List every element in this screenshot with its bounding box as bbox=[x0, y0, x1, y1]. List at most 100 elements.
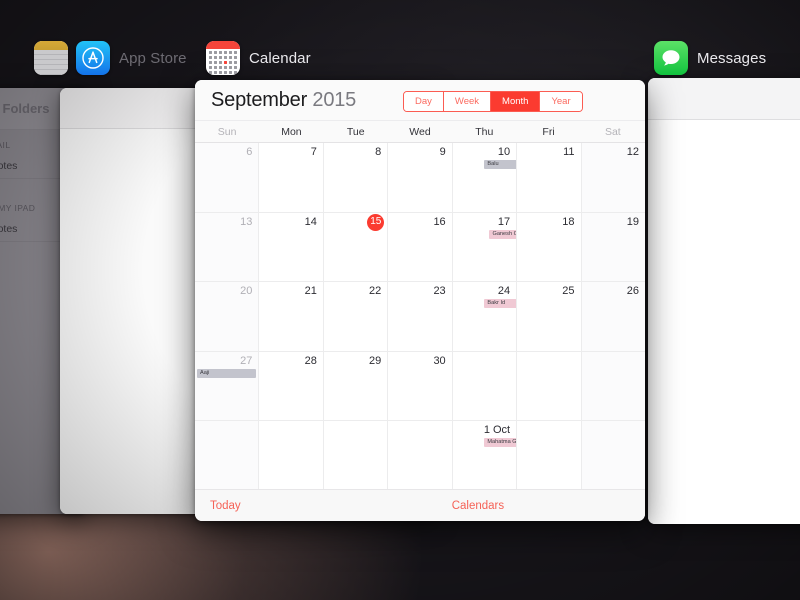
calendar-day-number: 22 bbox=[369, 285, 382, 298]
messages-icon[interactable] bbox=[654, 41, 688, 75]
calendar-day-cell[interactable]: 12 bbox=[581, 143, 645, 212]
dow-thu: Thu bbox=[475, 125, 494, 138]
calendar-day-cell[interactable] bbox=[259, 421, 324, 490]
calendar-day-cell[interactable]: 28 bbox=[259, 351, 324, 421]
dow-tue: Tue bbox=[346, 125, 365, 138]
calendar-day-cell[interactable]: 30 bbox=[388, 351, 453, 421]
calendar-day-cell[interactable]: 17Ganesh Chaturthi/Vin… bbox=[452, 212, 518, 282]
calendar-day-cell[interactable] bbox=[517, 421, 582, 490]
calendar-month-name: September bbox=[211, 88, 308, 111]
calendar-day-cell[interactable]: 19 bbox=[581, 212, 645, 282]
calendar-view-week[interactable]: Week bbox=[443, 92, 492, 111]
notes-icon[interactable] bbox=[34, 41, 68, 75]
calendar-view-segmented-control[interactable]: Day Week Month Year bbox=[403, 91, 583, 112]
calendar-day-cell[interactable]: 14 bbox=[259, 212, 324, 282]
calendar-day-number: 24 bbox=[497, 285, 511, 298]
calendar-month-grid: 6 7 8 9 10 Balu 11 12 13 14 15 16 17Ganesh Chaturthi… bbox=[195, 143, 645, 490]
app-switcher-entry-messages[interactable]: Messages bbox=[654, 41, 766, 75]
calendar-event[interactable]: Balu bbox=[484, 160, 517, 169]
calendar-day-number: 29 bbox=[369, 354, 382, 367]
calendar-day-number: 13 bbox=[240, 215, 253, 228]
calendar-day-cell[interactable]: 15 bbox=[323, 212, 389, 282]
calendar-toolbar: Today Calendars bbox=[195, 489, 645, 521]
calendar-day-cell[interactable]: 22 bbox=[323, 282, 389, 351]
calendar-day-cell[interactable] bbox=[323, 421, 389, 490]
calendar-day-cell[interactable]: 9 bbox=[388, 143, 453, 212]
calendar-day-cell[interactable]: 13 bbox=[195, 212, 260, 282]
calendar-calendars-button[interactable]: Calendars bbox=[452, 500, 504, 512]
calendar-view-month[interactable]: Month bbox=[491, 92, 541, 111]
calendar-day-number: 16 bbox=[433, 215, 446, 228]
calendar-week-row: 13 14 15 16 17Ganesh Chaturthi/Vin… 18 19 bbox=[195, 212, 645, 283]
calendar-day-number: 26 bbox=[626, 285, 639, 298]
calendar-day-cell[interactable]: 26 bbox=[581, 282, 645, 351]
calendar-day-number: 20 bbox=[240, 285, 253, 298]
calendar-day-number: 18 bbox=[562, 215, 575, 228]
app-card-calendar[interactable]: September 2015 Day Week Month Year Sun M… bbox=[195, 80, 645, 521]
calendar-day-number: 25 bbox=[562, 285, 575, 298]
app-store-icon[interactable] bbox=[76, 41, 110, 75]
calendar-day-cell[interactable] bbox=[195, 421, 260, 490]
calendar-day-cell[interactable]: 1 OctMahatma Gandhi Ja… bbox=[452, 421, 518, 490]
calendar-day-cell[interactable]: 8 bbox=[323, 143, 389, 212]
calendar-day-cell[interactable]: 29 bbox=[323, 351, 389, 421]
calendar-day-number: 11 bbox=[563, 146, 575, 158]
calendar-day-cell[interactable]: 11 bbox=[517, 143, 582, 212]
messages-content bbox=[648, 120, 800, 524]
calendar-day-cell[interactable] bbox=[581, 421, 645, 490]
calendar-header: September 2015 Day Week Month Year bbox=[195, 80, 645, 120]
calendar-day-cell[interactable]: 21 bbox=[259, 282, 324, 351]
calendar-day-number: 21 bbox=[304, 285, 317, 298]
calendar-week-row: 27 Aaji 28 29 30 bbox=[195, 351, 645, 422]
calendar-day-of-week-header: Sun Mon Tue Wed Thu Fri Sat bbox=[195, 120, 645, 143]
notes-folders-title: Folders bbox=[2, 101, 50, 116]
app-label-messages: Messages bbox=[697, 49, 767, 67]
calendar-today-marker: 15 bbox=[367, 213, 385, 231]
calendar-day-cell[interactable]: 27 Aaji bbox=[195, 351, 260, 421]
calendar-today-button[interactable]: Today bbox=[210, 500, 241, 512]
calendar-event[interactable]: Mahatma Gandhi Ja… bbox=[484, 438, 517, 448]
app-switcher-entry-calendar[interactable]: Calendar bbox=[206, 41, 311, 75]
calendar-day-cell[interactable]: 16 bbox=[388, 212, 453, 282]
calendar-day-cell[interactable]: 18 bbox=[517, 212, 582, 282]
calendar-day-cell[interactable]: 6 bbox=[195, 143, 260, 212]
calendar-day-number: 17 bbox=[497, 215, 511, 228]
calendar-day-cell[interactable]: 7 bbox=[259, 143, 324, 212]
app-card-messages[interactable] bbox=[648, 78, 800, 524]
dow-mon: Mon bbox=[281, 125, 302, 138]
calendar-day-cell[interactable] bbox=[581, 351, 645, 421]
calendar-event[interactable]: Ganesh Chaturthi/Vin… bbox=[489, 229, 517, 239]
calendar-day-cell[interactable] bbox=[388, 421, 453, 490]
calendar-day-cell[interactable]: 23 bbox=[388, 282, 453, 351]
calendar-day-number: 10 bbox=[497, 146, 511, 158]
calendar-day-number: 19 bbox=[626, 215, 639, 228]
dow-fri: Fri bbox=[542, 125, 555, 138]
dow-sun: Sun bbox=[217, 125, 237, 138]
calendar-day-cell[interactable] bbox=[517, 351, 582, 421]
calendar-day-number: 12 bbox=[626, 146, 639, 158]
calendar-event[interactable]: Bakr Id bbox=[484, 299, 517, 309]
calendar-day-cell[interactable] bbox=[452, 351, 518, 421]
calendar-day-number: 7 bbox=[310, 146, 317, 158]
calendar-event[interactable]: Aaji bbox=[197, 368, 257, 378]
calendar-year: 2015 bbox=[312, 88, 357, 111]
calendar-day-number: 6 bbox=[246, 146, 253, 158]
calendar-day-cell[interactable]: 25 bbox=[517, 282, 582, 351]
calendar-day-cell[interactable]: 10 Balu bbox=[452, 143, 518, 212]
app-switcher-screen: Folders GMAIL Notes ON MY IPAD Notes Sep… bbox=[0, 0, 800, 600]
app-switcher-entry-notes[interactable] bbox=[34, 41, 77, 75]
messages-navbar bbox=[648, 78, 800, 120]
calendar-day-number: 9 bbox=[439, 146, 446, 158]
calendar-view-day[interactable]: Day bbox=[404, 92, 444, 111]
calendar-day-number: 1 Oct bbox=[483, 424, 511, 437]
calendar-icon[interactable] bbox=[206, 41, 240, 75]
calendar-day-number: 14 bbox=[304, 215, 317, 228]
calendar-view-year[interactable]: Year bbox=[540, 92, 582, 111]
calendar-day-number: 28 bbox=[304, 354, 317, 367]
calendar-day-cell[interactable]: 24 Bakr Id bbox=[452, 282, 518, 351]
calendar-day-number: 27 bbox=[240, 354, 253, 367]
dow-wed: Wed bbox=[409, 125, 431, 138]
calendar-day-cell[interactable]: 20 bbox=[195, 282, 260, 351]
calendar-week-row: 6 7 8 9 10 Balu 11 12 bbox=[195, 143, 645, 213]
app-switcher-entry-app-store[interactable]: App Store bbox=[76, 41, 187, 75]
